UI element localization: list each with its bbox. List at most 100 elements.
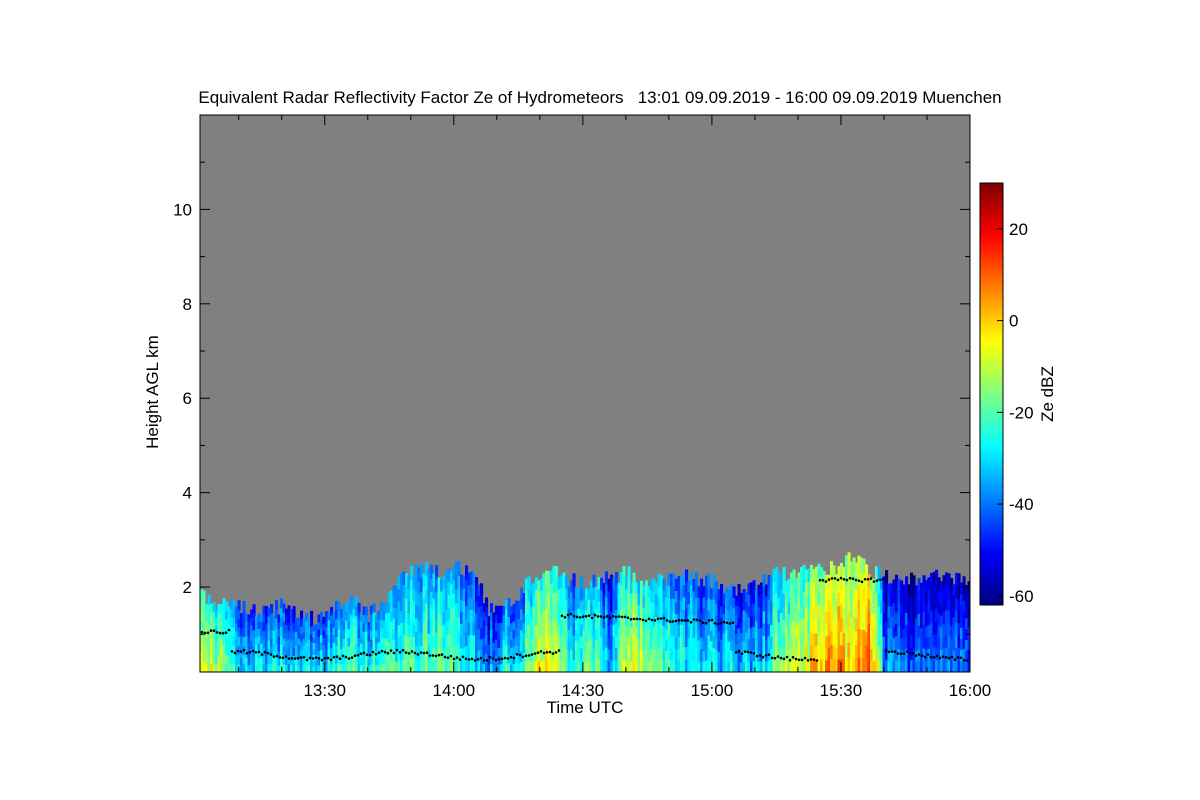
cloud-base-marker xyxy=(737,649,741,653)
cloud-base-marker xyxy=(233,651,237,655)
cloud-base-marker xyxy=(902,652,906,655)
cloud-base-marker xyxy=(875,579,879,582)
cloud-base-marker xyxy=(407,652,411,655)
heatmap-cell xyxy=(782,566,786,581)
cloud-base-marker xyxy=(404,651,408,654)
cloud-base-marker xyxy=(218,631,222,635)
cloud-base-marker xyxy=(320,658,324,662)
cloud-base-marker xyxy=(641,618,645,622)
cloud-base-marker xyxy=(659,617,663,620)
cloud-base-marker xyxy=(401,649,405,652)
heatmap-cell xyxy=(707,573,711,587)
cloud-base-marker xyxy=(470,657,474,661)
cloud-base-marker xyxy=(662,616,666,620)
cloud-base-marker xyxy=(302,655,306,659)
cloud-base-marker xyxy=(911,651,915,655)
cloud-base-marker xyxy=(647,617,651,621)
cloud-base-marker xyxy=(515,653,519,656)
cloud-base-marker xyxy=(746,650,750,654)
colorbar: 20 0 -20 -40 -60 Ze dBZ xyxy=(979,182,1057,606)
cloud-base-marker xyxy=(296,656,300,660)
cloud-base-marker xyxy=(770,656,774,660)
heatmap-cell xyxy=(485,606,489,617)
cloud-base-marker xyxy=(845,578,849,582)
cloud-base-marker xyxy=(374,652,378,656)
cloud-base-marker xyxy=(956,656,960,659)
cloud-base-marker xyxy=(494,658,498,662)
cloud-base-marker xyxy=(764,654,768,657)
cloud-base-marker xyxy=(920,654,924,657)
heatmap-cell xyxy=(480,583,484,595)
cloud-base-marker xyxy=(461,655,465,659)
cloud-base-marker xyxy=(221,631,225,635)
cloud-base-marker xyxy=(824,580,828,583)
cloud-base-marker xyxy=(563,616,567,619)
cloud-base-marker xyxy=(545,651,549,654)
cloud-base-marker xyxy=(542,651,546,655)
cloud-base-marker xyxy=(206,631,210,635)
cloud-base-marker xyxy=(776,655,780,658)
cloud-base-marker xyxy=(476,658,480,661)
x-tick-label: 13:30 xyxy=(303,681,346,700)
cloud-base-marker xyxy=(410,650,414,653)
cloud-base-marker xyxy=(509,655,513,659)
cloud-base-marker xyxy=(635,617,639,621)
cloud-base-marker xyxy=(590,616,594,620)
heatmap-cell xyxy=(457,561,461,576)
cloud-base-marker xyxy=(917,653,921,656)
cloud-base-marker xyxy=(743,650,747,653)
cloud-base-marker xyxy=(812,658,816,661)
cloud-base-marker xyxy=(368,653,372,657)
cloud-base-marker xyxy=(713,622,717,625)
cloud-base-marker xyxy=(518,653,522,657)
cloud-base-marker xyxy=(701,621,705,624)
cloud-base-marker xyxy=(338,657,342,660)
cloud-base-marker xyxy=(539,650,543,653)
cloud-base-marker xyxy=(293,657,297,660)
cloud-base-marker xyxy=(695,618,699,622)
cloud-base-marker xyxy=(536,651,540,654)
cloud-base-marker xyxy=(734,651,738,654)
cloud-base-marker xyxy=(914,654,918,657)
cloud-base-marker xyxy=(614,615,618,619)
cloud-base-marker xyxy=(806,659,810,662)
cloud-base-marker xyxy=(887,650,891,654)
cloud-base-marker xyxy=(749,651,753,654)
cloud-base-marker xyxy=(377,651,381,654)
heatmap-cell xyxy=(242,601,246,611)
cloud-base-marker xyxy=(344,655,348,659)
cloud-base-marker xyxy=(491,657,495,660)
cloud-base-marker xyxy=(482,659,486,662)
y-tick-label: 8 xyxy=(183,295,192,314)
cloud-base-marker xyxy=(260,653,264,656)
cloud-base-marker xyxy=(596,615,600,618)
colorbar-tick-label: 0 xyxy=(1009,312,1018,331)
cloud-base-marker xyxy=(335,655,339,658)
cloud-base-marker xyxy=(329,658,333,662)
cloud-base-marker xyxy=(644,619,648,623)
cloud-base-marker xyxy=(608,616,612,620)
cloud-base-marker xyxy=(362,651,366,655)
cloud-base-marker xyxy=(209,629,213,632)
cloud-base-marker xyxy=(629,618,633,621)
cloud-base-marker xyxy=(305,658,309,662)
cloud-base-marker xyxy=(692,618,696,621)
y-axis-title: Height AGL km xyxy=(143,335,162,449)
cloud-base-marker xyxy=(836,578,840,582)
cloud-base-marker xyxy=(248,650,252,654)
cloud-base-marker xyxy=(857,579,861,582)
cloud-base-marker xyxy=(866,578,870,581)
y-tick-label: 2 xyxy=(183,578,192,597)
cloud-base-marker xyxy=(602,616,606,619)
heatmap-cell xyxy=(592,574,596,588)
cloud-base-marker xyxy=(869,577,873,580)
cloud-base-marker xyxy=(821,579,825,582)
cloud-base-marker xyxy=(245,651,249,655)
cloud-base-marker xyxy=(317,657,321,660)
radar-chart: 13:30 14:00 14:30 15:00 15:30 16:00 246810 Ti… xyxy=(143,114,1057,717)
x-axis-title: Time UTC xyxy=(547,698,624,717)
cloud-base-marker xyxy=(287,657,291,660)
cloud-base-marker xyxy=(284,655,288,658)
heatmap-cell xyxy=(252,604,256,614)
heatmap-cell xyxy=(695,572,699,586)
